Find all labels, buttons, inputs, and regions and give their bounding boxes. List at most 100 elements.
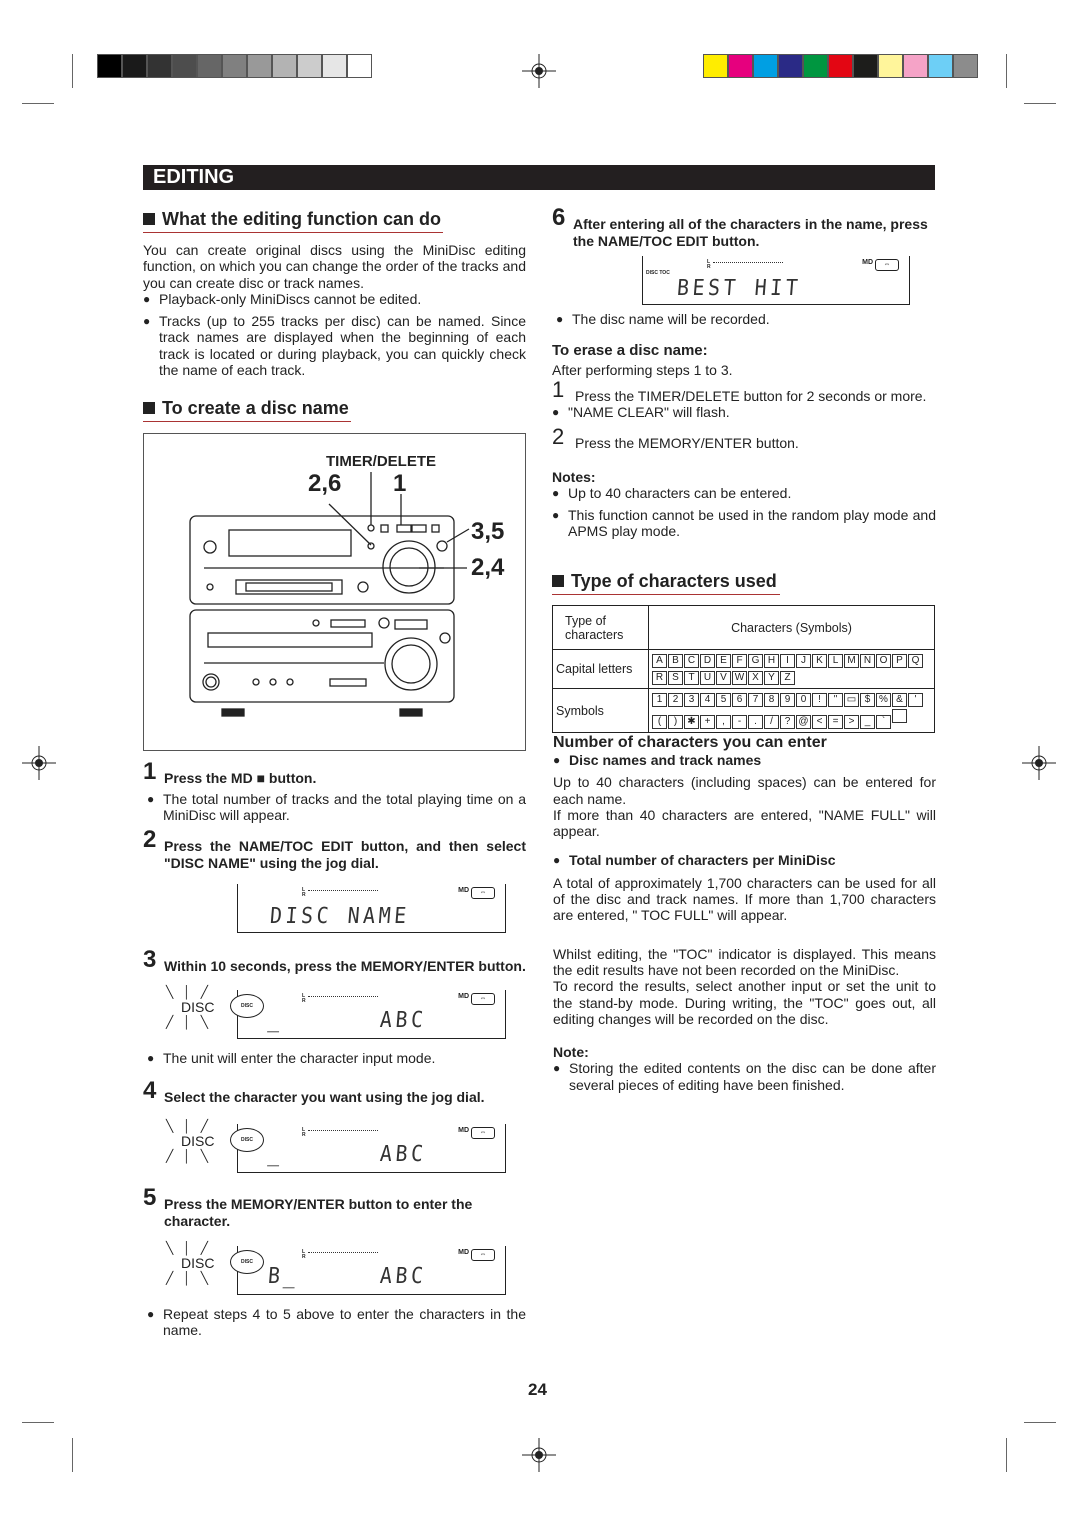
character-box: M xyxy=(844,654,859,668)
bullet-heading: Disc names and track names xyxy=(553,752,936,769)
lcd-text: ABC xyxy=(379,1264,428,1289)
disc-indicator: DISC xyxy=(230,1250,264,1274)
step-text: Press the MEMORY/ENTER button to enter t… xyxy=(164,1196,473,1229)
level-meter xyxy=(308,890,378,891)
section-title-text: Type of characters used xyxy=(571,571,777,591)
section-title-text: To create a disc name xyxy=(162,398,349,418)
crop-mark xyxy=(72,54,73,88)
lcd-cursor: _ xyxy=(267,1142,285,1167)
step-number: 2 xyxy=(552,424,565,449)
character-box: I xyxy=(780,654,795,668)
character-box: A xyxy=(652,654,667,668)
character-box: W xyxy=(732,671,747,685)
character-box: L xyxy=(828,654,843,668)
lcd-step-4: ╲ │ ╱ ╱ │ ╲ DISC LR MD ⇔ _ ABC DISC xyxy=(160,1119,510,1181)
paragraph: To record the results, select another in… xyxy=(553,978,936,1027)
md-indicator: MD xyxy=(458,1249,469,1256)
character-box: R xyxy=(652,671,667,685)
step-1: 1 Press the MD ■ button. xyxy=(143,760,526,787)
step-text: Press the TIMER/DELETE button for 2 seco… xyxy=(575,388,927,404)
bullet-item: Up to 40 characters can be entered. xyxy=(552,485,936,502)
crop-mark xyxy=(1024,103,1056,104)
section-title: Type of characters used xyxy=(552,571,780,595)
crosshair-icon xyxy=(522,54,556,88)
character-box: " xyxy=(828,693,843,707)
callout-label: 2,6 xyxy=(308,470,342,497)
step-text: Press the MD ■ button. xyxy=(164,770,317,786)
character-box: . xyxy=(748,715,763,729)
step-number: 3 xyxy=(143,946,157,973)
paragraph: A total of approximately 1,700 character… xyxy=(553,874,936,924)
intro-text: You can create original discs using the … xyxy=(143,242,526,378)
lcd-display: LR MD ⇔ _ ABC xyxy=(237,990,506,1039)
paragraph: Up to 40 characters (including spaces) c… xyxy=(553,774,936,807)
bullet-item: "NAME CLEAR" will flash. xyxy=(552,404,730,421)
character-box: > xyxy=(844,715,859,729)
symbols-cell: 1 2 3 4 5 6 7 8 9 0! " ▭ $% & ' () ✱ +, -. /? @ < = > _ ` xyxy=(648,688,935,733)
character-box: K xyxy=(812,654,827,668)
intro-paragraph: You can create original discs using the … xyxy=(143,242,526,291)
erase-intro: After performing steps 1 to 3. xyxy=(552,362,733,378)
step-3: 3 Within 10 seconds, press the MEMORY/ENT… xyxy=(143,948,547,975)
character-box: T xyxy=(684,671,699,685)
character-box: 9 xyxy=(780,693,795,707)
paragraph: Whilst editing, the "TOC" indicator is d… xyxy=(553,945,936,978)
step-text: Press the MEMORY/ENTER button. xyxy=(575,435,799,451)
color-bar xyxy=(703,54,978,78)
color-swatch xyxy=(803,54,828,78)
section-title-text: What the editing function can do xyxy=(162,209,441,229)
character-box: F xyxy=(732,654,747,668)
capital-letters-cell: ABCDEFGHIJKLMNOPQ RSTUVWXYZ xyxy=(648,649,935,689)
disc-icon: ⇔ xyxy=(471,1249,495,1261)
bullet-item: This function cannot be used in the rand… xyxy=(552,507,936,540)
row-label: Symbols xyxy=(552,688,649,733)
step-2: 2 Press the NAME/TOC EDIT button, and the… xyxy=(143,828,526,871)
character-box: ▭ xyxy=(844,693,859,707)
character-box: P xyxy=(892,654,907,668)
lr-indicator: LR xyxy=(302,1127,306,1138)
md-indicator: MD xyxy=(862,259,873,266)
character-box: ' xyxy=(908,693,923,707)
manual-page: EDITING What the editing function can do… xyxy=(0,0,1080,1525)
step-note: The disc name will be recorded. xyxy=(556,311,935,328)
disc-label: DISC xyxy=(181,999,215,1015)
subheading: Number of characters you can enter xyxy=(553,734,827,751)
disc-icon: ⇔ xyxy=(471,993,495,1005)
color-swatch xyxy=(297,54,322,78)
character-box: 3 xyxy=(684,693,699,707)
level-meter xyxy=(308,996,378,997)
character-box: 7 xyxy=(748,693,763,707)
disc-icon: ⇔ xyxy=(471,1127,495,1139)
page-number: 24 xyxy=(528,1380,547,1399)
note-title: Note: xyxy=(553,1044,589,1060)
step-text: After entering all of the characters in … xyxy=(573,216,928,249)
disc-indicator: DISC xyxy=(230,1128,264,1152)
character-box: 1 xyxy=(652,693,667,707)
character-box: @ xyxy=(796,715,811,729)
character-box: , xyxy=(716,715,731,729)
crop-mark xyxy=(72,1438,73,1472)
level-meter xyxy=(308,1252,378,1253)
character-box: ) xyxy=(668,715,683,729)
character-box: 2 xyxy=(668,693,683,707)
level-meter xyxy=(308,1130,378,1131)
erase-step-1: 1 Press the TIMER/DELETE button for 2 sec… xyxy=(552,379,960,405)
color-swatch xyxy=(778,54,803,78)
character-box: ` xyxy=(876,715,891,729)
callout-label: 2,4 xyxy=(471,554,505,581)
character-box: G xyxy=(748,654,763,668)
character-box: 5 xyxy=(716,693,731,707)
step-5: 5 Press the MEMORY/ENTER button to enter … xyxy=(143,1186,526,1229)
character-box: _ xyxy=(860,715,875,729)
lr-indicator: LR xyxy=(302,1249,306,1260)
character-box: 0 xyxy=(796,693,811,707)
bullet-item: The disc name will be recorded. xyxy=(556,311,935,328)
level-meter xyxy=(713,262,783,263)
lcd-display: LR MD ⇔ B_ ABC xyxy=(237,1246,506,1295)
color-swatch xyxy=(853,54,878,78)
table-header: Type of characters xyxy=(552,605,649,650)
crosshair-icon xyxy=(522,1438,556,1472)
step-6: 6 After entering all of the characters in… xyxy=(552,206,935,249)
lcd-cursor: B_ xyxy=(267,1264,301,1289)
step-text: Within 10 seconds, press the MEMORY/ENTE… xyxy=(164,958,526,974)
